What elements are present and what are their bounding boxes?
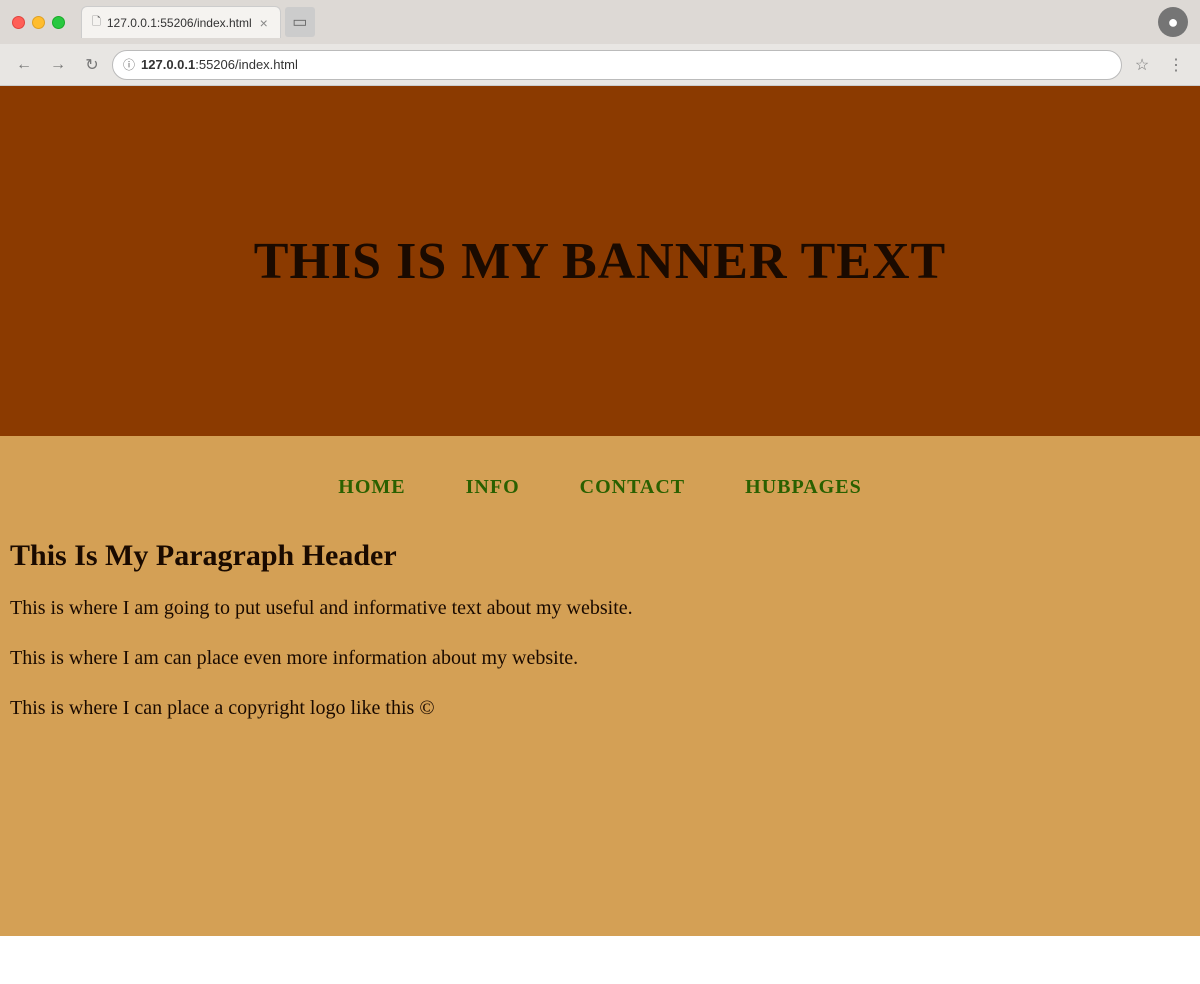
info-icon: ⓘ (123, 56, 135, 73)
nav-info-link[interactable]: INFO (466, 476, 520, 499)
navigation-bar: HOME INFO CONTACT HUBPAGES (0, 466, 1200, 509)
address-path: :55206/index.html (195, 57, 298, 72)
minimize-traffic-light[interactable] (32, 16, 45, 29)
tab-favicon-icon: 🗋 (92, 13, 101, 32)
tab-title: 127.0.0.1:55206/index.html (107, 16, 252, 30)
tab-close-icon[interactable]: × (258, 15, 270, 31)
tab-bar: 🗋 127.0.0.1:55206/index.html × ▭ (81, 6, 1154, 38)
browser-titlebar: 🗋 127.0.0.1:55206/index.html × ▭ ● (0, 0, 1200, 44)
paragraph-text-2: This is where I am can place even more i… (10, 643, 1190, 673)
new-tab-button[interactable]: ▭ (285, 7, 315, 37)
banner: THIS IS MY BANNER TEXT (0, 86, 1200, 436)
traffic-lights (12, 16, 65, 29)
menu-button[interactable]: ⋮ (1162, 51, 1190, 79)
profile-icon: ● (1168, 12, 1179, 33)
nav-hubpages-link[interactable]: HUBPAGES (745, 476, 862, 499)
back-button[interactable]: ← (10, 51, 38, 79)
browser-chrome: 🗋 127.0.0.1:55206/index.html × ▭ ● ← → ↻… (0, 0, 1200, 86)
address-host: 127.0.0.1 (141, 57, 195, 72)
nav-home-link[interactable]: HOME (338, 476, 405, 499)
profile-button[interactable]: ● (1158, 7, 1188, 37)
reload-button[interactable]: ↻ (78, 51, 106, 79)
new-tab-icon: ▭ (292, 12, 307, 32)
address-text: 127.0.0.1:55206/index.html (141, 57, 1111, 72)
content-area: HOME INFO CONTACT HUBPAGES This Is My Pa… (0, 436, 1200, 936)
bookmark-button[interactable]: ☆ (1128, 51, 1156, 79)
paragraph-text-3: This is where I can place a copyright lo… (10, 693, 1190, 723)
paragraph-header: This Is My Paragraph Header (10, 539, 1190, 573)
paragraph-text-1: This is where I am going to put useful a… (10, 593, 1190, 623)
banner-text: THIS IS MY BANNER TEXT (254, 232, 946, 291)
forward-button[interactable]: → (44, 51, 72, 79)
maximize-traffic-light[interactable] (52, 16, 65, 29)
address-bar[interactable]: ⓘ 127.0.0.1:55206/index.html (112, 50, 1122, 80)
nav-contact-link[interactable]: CONTACT (580, 476, 686, 499)
paragraph-section: This Is My Paragraph Header This is wher… (0, 539, 1200, 723)
active-tab[interactable]: 🗋 127.0.0.1:55206/index.html × (81, 6, 281, 38)
website-content: THIS IS MY BANNER TEXT HOME INFO CONTACT… (0, 86, 1200, 936)
close-traffic-light[interactable] (12, 16, 25, 29)
browser-toolbar: ← → ↻ ⓘ 127.0.0.1:55206/index.html ☆ ⋮ (0, 44, 1200, 86)
